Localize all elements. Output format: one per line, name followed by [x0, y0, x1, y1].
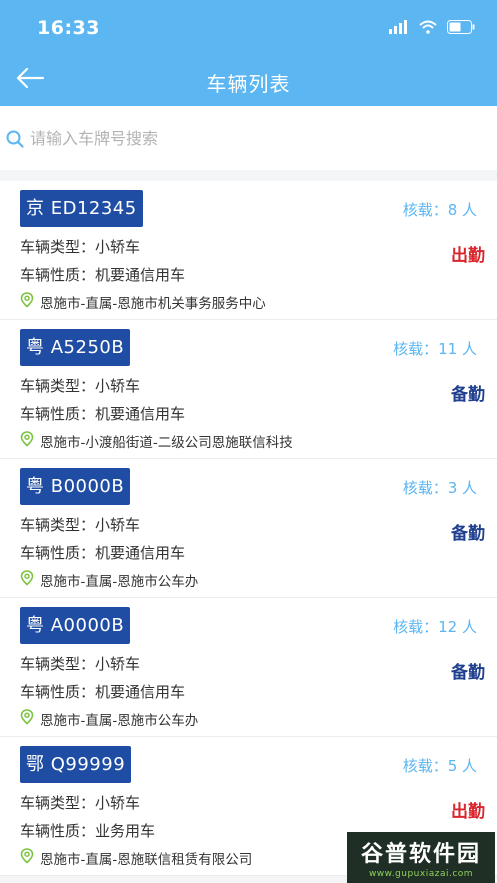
status-bar: 16:33 — [0, 0, 497, 56]
location-row: 恩施市-直属-恩施市公车办 — [20, 570, 198, 590]
location-pin-icon — [20, 570, 34, 590]
location-row: 恩施市-小渡船街道-二级公司恩施联信科技 — [20, 431, 293, 451]
capacity-label: 核载：12 人 — [393, 618, 477, 636]
status-label: 出勤 — [451, 802, 485, 822]
vehicle-card[interactable]: 粤 A0000B 核载：12 人 车辆类型：小轿车 车辆性质：机要通信用车 备勤… — [0, 598, 497, 737]
vehicle-list: 京 ED12345 核载：8 人 车辆类型：小轿车 车辆性质：机要通信用车 出勤… — [0, 181, 497, 876]
vehicle-nature: 车辆性质：机要通信用车 — [20, 266, 186, 284]
vehicle-type: 车辆类型：小轿车 — [20, 794, 141, 812]
capacity-label: 核载：5 人 — [402, 757, 477, 775]
capacity-label: 核载：11 人 — [393, 340, 477, 358]
battery-icon — [447, 19, 475, 38]
watermark-title: 谷普软件园 — [360, 842, 481, 867]
location-text: 恩施市-直属-恩施联信租赁有限公司 — [40, 852, 253, 868]
status-label: 备勤 — [451, 385, 485, 405]
watermark-url: www.gupuxiazai.com — [368, 869, 474, 879]
vehicle-type: 车辆类型：小轿车 — [20, 238, 141, 256]
vehicle-nature: 车辆性质：业务用车 — [20, 822, 156, 840]
location-pin-icon — [20, 431, 34, 451]
location-pin-icon — [20, 709, 34, 729]
vehicle-nature: 车辆性质：机要通信用车 — [20, 544, 186, 562]
location-pin-icon — [20, 848, 34, 868]
location-text: 恩施市-直属-恩施市机关事务服务中心 — [40, 296, 266, 312]
status-icons — [389, 19, 475, 38]
vehicle-card[interactable]: 粤 B0000B 核载：3 人 车辆类型：小轿车 车辆性质：机要通信用车 备勤 … — [0, 459, 497, 598]
vehicle-nature: 车辆性质：机要通信用车 — [20, 405, 186, 423]
location-text: 恩施市-小渡船街道-二级公司恩施联信科技 — [40, 435, 293, 451]
location-row: 恩施市-直属-恩施市机关事务服务中心 — [20, 292, 266, 312]
app-header: 16:33 车辆列表 — [0, 0, 497, 106]
search-bar — [0, 106, 497, 170]
vehicle-nature: 车辆性质：机要通信用车 — [20, 683, 186, 701]
plate-badge: 粤 A5250B — [20, 329, 131, 366]
location-pin-icon — [20, 292, 34, 312]
search-icon — [6, 130, 24, 152]
plate-badge: 粤 A0000B — [20, 607, 131, 644]
status-label: 备勤 — [451, 663, 485, 683]
status-time: 16:33 — [37, 17, 100, 39]
location-text: 恩施市-直属-恩施市公车办 — [40, 713, 199, 729]
plate-badge: 京 ED12345 — [20, 190, 143, 227]
vehicle-type: 车辆类型：小轿车 — [20, 655, 141, 673]
status-label: 出勤 — [451, 246, 485, 266]
vehicle-type: 车辆类型：小轿车 — [20, 377, 141, 395]
capacity-label: 核载：3 人 — [402, 479, 477, 497]
vehicle-card[interactable]: 京 ED12345 核载：8 人 车辆类型：小轿车 车辆性质：机要通信用车 出勤… — [0, 181, 497, 320]
search-input[interactable] — [30, 120, 470, 156]
vehicle-type: 车辆类型：小轿车 — [20, 516, 141, 534]
location-row: 恩施市-直属-恩施市公车办 — [20, 709, 198, 729]
location-text: 恩施市-直属-恩施市公车办 — [40, 574, 199, 590]
page-title: 车辆列表 — [206, 72, 291, 96]
nav-bar: 车辆列表 — [0, 56, 497, 106]
capacity-label: 核载：8 人 — [402, 201, 477, 219]
plate-badge: 鄂 Q99999 — [20, 746, 132, 783]
wifi-icon — [419, 19, 437, 38]
status-label: 备勤 — [451, 524, 485, 544]
signal-icon — [389, 19, 409, 38]
location-row: 恩施市-直属-恩施联信租赁有限公司 — [20, 848, 252, 868]
vehicle-card[interactable]: 粤 A5250B 核载：11 人 车辆类型：小轿车 车辆性质：机要通信用车 备勤… — [0, 320, 497, 459]
plate-badge: 粤 B0000B — [20, 468, 131, 505]
watermark-logo: 谷普软件园 www.gupuxiazai.com — [347, 832, 495, 883]
